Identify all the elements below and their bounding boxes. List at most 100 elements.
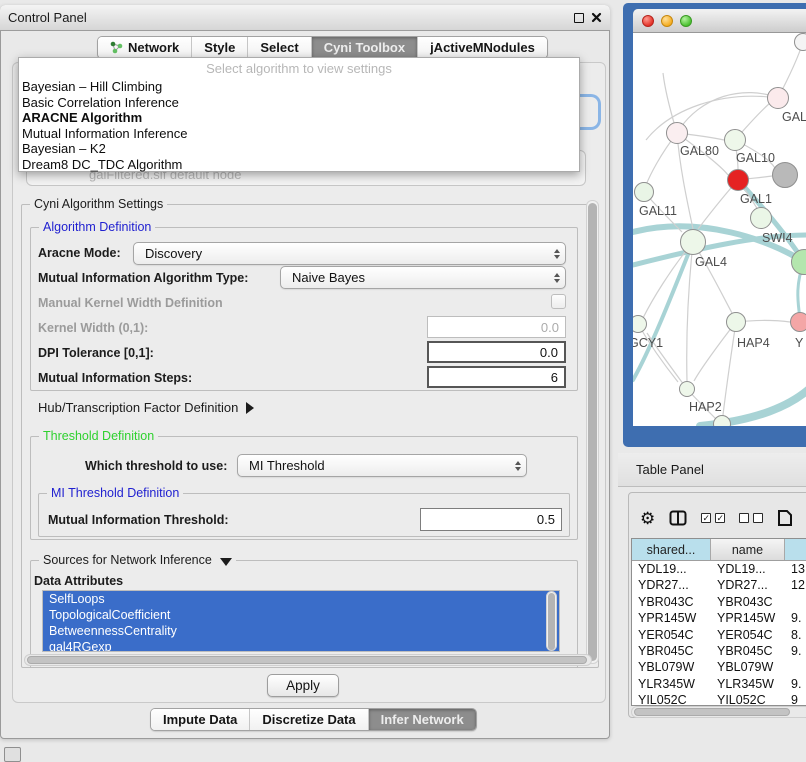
- close-traffic-light-icon[interactable]: [642, 15, 654, 27]
- stepper-icon: [552, 273, 561, 283]
- node-y[interactable]: [790, 312, 806, 332]
- mode-tab-impute-data[interactable]: Impute Data: [151, 709, 250, 730]
- attribute-item-gal4rgexp[interactable]: gal4RGexp: [43, 639, 559, 652]
- unselect-all-columns-icon[interactable]: [739, 513, 763, 523]
- kernel-width-field[interactable]: 0.0: [427, 316, 566, 338]
- algorithm-option-basic-correlation-inference[interactable]: Basic Correlation Inference: [19, 95, 579, 111]
- data-attributes-label: Data Attributes: [34, 574, 123, 588]
- table-row[interactable]: YBR045CYBR045C9.: [632, 643, 806, 659]
- tab-jactivemnodules[interactable]: jActiveMNodules: [418, 37, 547, 58]
- tab-label: Network: [128, 40, 179, 55]
- table-panel-title: Table Panel: [636, 462, 704, 477]
- mi-steps-label: Mutual Information Steps:: [38, 371, 192, 385]
- algorithm-option-dream8-dc-tdc-algorithm[interactable]: Dream8 DC_TDC Algorithm: [19, 157, 579, 173]
- minimize-traffic-light-icon[interactable]: [661, 15, 673, 27]
- node-hap2[interactable]: [679, 381, 695, 397]
- settings-scrollbar[interactable]: [586, 200, 599, 664]
- tab-cyni-toolbox[interactable]: Cyni Toolbox: [312, 37, 418, 58]
- split-columns-icon[interactable]: [669, 510, 687, 526]
- column-header-shared[interactable]: shared...: [632, 539, 711, 560]
- node-gal[interactable]: [767, 87, 789, 109]
- mi-threshold-field[interactable]: 0.5: [420, 508, 562, 531]
- algorithm-option-aracne-algorithm[interactable]: ARACNE Algorithm: [19, 110, 579, 126]
- mi-type-combo[interactable]: Naive Bayes: [280, 266, 566, 289]
- table-row[interactable]: YDR27...YDR27...12: [632, 577, 806, 593]
- table-row[interactable]: YIL052CYIL052C9: [632, 692, 806, 706]
- float-window-icon[interactable]: [574, 13, 584, 23]
- settings-hscrollbar[interactable]: [24, 654, 592, 666]
- dpi-tolerance-field[interactable]: 0.0: [427, 341, 566, 363]
- node-gal11[interactable]: [634, 182, 654, 202]
- table-cell: 13: [785, 561, 806, 577]
- table-cell: YBR045C: [632, 643, 711, 659]
- node[interactable]: [772, 162, 798, 188]
- manual-kernel-checkbox[interactable]: [551, 294, 566, 309]
- node-hap4[interactable]: [726, 312, 746, 332]
- mode-tab-discretize-data[interactable]: Discretize Data: [250, 709, 368, 730]
- algorithm-option-mutual-information-inference[interactable]: Mutual Information Inference: [19, 126, 579, 142]
- table-cell: YDR27...: [632, 577, 711, 593]
- data-attributes-list[interactable]: SelfLoopsTopologicalCoefficientBetweenne…: [42, 590, 560, 652]
- table-toolbar: ⚙ ✓✓: [640, 505, 806, 531]
- apply-button[interactable]: Apply: [267, 674, 339, 697]
- node-swi4[interactable]: [750, 207, 772, 229]
- mi-threshold-label: Mutual Information Threshold:: [48, 513, 229, 527]
- node-table[interactable]: shared...nameA YDL19...YDL19...13YDR27..…: [631, 538, 806, 706]
- node-label-gal80: GAL80: [680, 144, 719, 158]
- node-label-hap4: HAP4: [737, 336, 770, 350]
- tab-network[interactable]: Network: [98, 37, 192, 58]
- attributes-list-scrollbar[interactable]: [546, 591, 557, 651]
- hub-section-toggle[interactable]: Hub/Transcription Factor Definition: [38, 400, 254, 415]
- sources-title-row[interactable]: Sources for Network Inference: [39, 553, 236, 567]
- tab-label: Discretize Data: [262, 712, 355, 727]
- table-hscrollbar[interactable]: [631, 706, 806, 718]
- mode-tab-infer-network[interactable]: Infer Network: [369, 709, 476, 730]
- network-window-titlebar[interactable]: [633, 9, 806, 33]
- table-cell: 8.: [785, 627, 806, 643]
- tab-label: jActiveMNodules: [430, 40, 535, 55]
- table-row[interactable]: YER054CYER054C8.: [632, 627, 806, 643]
- algorithm-placeholder: Select algorithm to view settings: [19, 58, 579, 79]
- node-label-gal10: GAL10: [736, 151, 775, 165]
- tab-style[interactable]: Style: [192, 37, 248, 58]
- node-gal80[interactable]: [666, 122, 688, 144]
- node-gal4[interactable]: [680, 229, 706, 255]
- table-row[interactable]: YLR345WYLR345W9.: [632, 676, 806, 692]
- node-gal1[interactable]: [727, 169, 749, 191]
- table-row[interactable]: YDL19...YDL19...13: [632, 561, 806, 577]
- tab-label: Infer Network: [381, 712, 464, 727]
- threshold-definition-title: Threshold Definition: [39, 429, 158, 443]
- column-header-name[interactable]: name: [711, 539, 785, 560]
- mi-steps-field[interactable]: 6: [427, 366, 566, 388]
- aracne-mode-combo[interactable]: Discovery: [133, 242, 566, 265]
- table-cell: 9.: [785, 610, 806, 626]
- which-threshold-label: Which threshold to use:: [85, 459, 227, 473]
- close-icon[interactable]: [591, 12, 602, 23]
- minimized-panel-icon[interactable]: [4, 747, 21, 762]
- node-label-gal1: GAL1: [740, 192, 772, 206]
- table-cell: YIL052C: [632, 692, 711, 706]
- network-canvas[interactable]: GALGAL80GAL10GAL1GAL11SWI4GAL4HAP4YGCY1H…: [633, 33, 806, 426]
- attribute-item-topologicalcoefficient[interactable]: TopologicalCoefficient: [43, 607, 559, 623]
- attribute-item-betweennesscentrality[interactable]: BetweennessCentrality: [43, 623, 559, 639]
- tab-label: Select: [260, 40, 298, 55]
- node[interactable]: [794, 33, 806, 51]
- attribute-item-selfloops[interactable]: SelfLoops: [43, 591, 559, 607]
- new-table-icon[interactable]: [777, 509, 793, 527]
- gear-icon[interactable]: ⚙: [640, 510, 655, 527]
- zoom-traffic-light-icon[interactable]: [680, 15, 692, 27]
- control-panel-titlebar[interactable]: Control Panel: [0, 5, 610, 31]
- which-threshold-combo[interactable]: MI Threshold: [237, 454, 527, 477]
- table-row[interactable]: YBL079WYBL079W: [632, 659, 806, 675]
- column-header-a[interactable]: A: [785, 539, 806, 560]
- select-all-columns-icon[interactable]: ✓✓: [701, 513, 725, 523]
- mi-type-label: Mutual Information Algorithm Type:: [38, 271, 248, 285]
- algorithm-option-bayesian-k2[interactable]: Bayesian – K2: [19, 141, 579, 157]
- tab-select[interactable]: Select: [248, 37, 311, 58]
- table-row[interactable]: YPR145WYPR145W9.: [632, 610, 806, 626]
- algorithm-option-bayesian-hill-climbing[interactable]: Bayesian – Hill Climbing: [19, 79, 579, 95]
- table-cell: YPR145W: [632, 610, 711, 626]
- node[interactable]: [713, 415, 731, 426]
- table-row[interactable]: YBR043CYBR043C: [632, 594, 806, 610]
- node-gal10[interactable]: [724, 129, 746, 151]
